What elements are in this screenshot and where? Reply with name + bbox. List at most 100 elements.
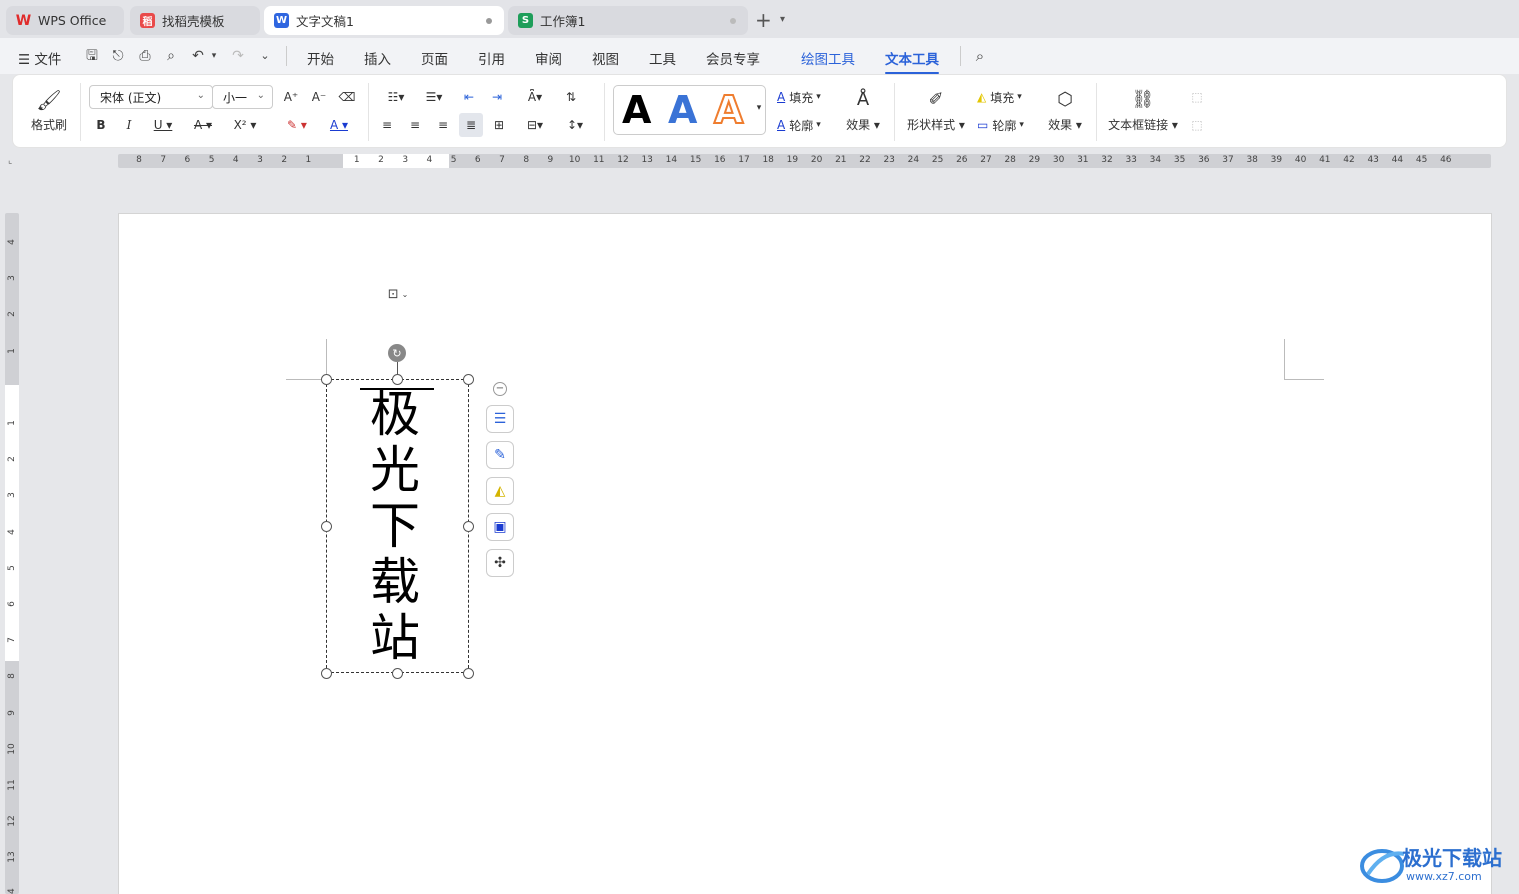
justify-icon[interactable]: ≣	[459, 113, 483, 137]
undo-icon[interactable]: ↶	[190, 48, 206, 64]
outline-quick-button[interactable]: ▣	[486, 513, 514, 541]
highlight-icon[interactable]: ✎ ▾	[281, 115, 313, 135]
wrap-text-icon: ☰	[493, 411, 507, 427]
watermark-logo-icon	[1360, 849, 1405, 883]
numbering-icon[interactable]: ☰▾	[419, 87, 449, 107]
redo-icon[interactable]: ↷	[230, 48, 246, 64]
underline-icon[interactable]: U ▾	[149, 115, 177, 135]
menu-text-tools[interactable]: 文本工具	[885, 48, 939, 74]
menu-view[interactable]: 视图	[592, 48, 619, 68]
vertical-char[interactable]: 极	[370, 386, 420, 442]
tab-docer-templates[interactable]: 稻 找稻壳模板	[130, 6, 260, 35]
increase-indent-icon[interactable]: ⇥	[487, 87, 507, 107]
line-spacing-icon[interactable]: ↕▾	[559, 115, 591, 135]
search-icon[interactable]: ⌕	[972, 48, 988, 64]
tab-workbook-1[interactable]: S 工作簿1	[508, 6, 748, 35]
tab-wps-office[interactable]: W WPS Office	[6, 6, 124, 35]
chevron-down-icon[interactable]: ▾	[206, 48, 222, 64]
save-icon[interactable]: 🖫	[84, 48, 100, 64]
layout-options-button[interactable]: ⊡ ⌄	[380, 284, 416, 304]
menu-home[interactable]: 开始	[307, 48, 334, 68]
break-link-icon[interactable]: ⬚	[1187, 115, 1207, 135]
align-center-icon[interactable]: ≡	[405, 115, 425, 135]
bold-icon[interactable]: B	[91, 115, 111, 135]
resize-handle-top-right[interactable]	[463, 374, 474, 385]
resize-handle-right[interactable]	[463, 521, 474, 532]
fill-quick-button[interactable]: ◭	[486, 477, 514, 505]
menu-review[interactable]: 审阅	[535, 48, 562, 68]
shape-fill-button[interactable]: ◭ 填充 ▾	[977, 87, 1022, 107]
new-tab-plus-icon[interactable]: +	[755, 8, 772, 32]
shape-style-text: 形状样式	[907, 118, 956, 132]
gallery-more-icon[interactable]: ▾	[753, 101, 765, 115]
decrease-indent-icon[interactable]: ⇤	[459, 87, 479, 107]
more-tools-button[interactable]: ✣	[486, 549, 514, 577]
menu-page[interactable]: 页面	[421, 48, 448, 68]
italic-icon[interactable]: I	[119, 115, 139, 135]
text-direction-icon[interactable]: A͆▾	[519, 87, 551, 107]
increase-font-icon[interactable]: A⁺	[281, 87, 301, 107]
text-outline-button[interactable]: A 轮廓 ▾	[777, 115, 821, 135]
font-size-select[interactable]: 小一 ⌄	[212, 85, 273, 109]
chevron-down-icon[interactable]: ▾	[780, 14, 785, 25]
font-name-select[interactable]: 宋体 (正文) ⌄	[89, 85, 213, 109]
horizontal-ruler[interactable]: 8 7 6 5 4 3 2 1 1 2 3 4 5 6 7 8 9 10 11 12 13 14 15 16 17 18 19 20 2…	[118, 154, 1491, 168]
vertical-ruler[interactable]: 4 3 2 1 1 2 3 4 5 6 7 8 9 10 11 12 13 14	[5, 213, 19, 894]
superscript-icon[interactable]: X² ▾	[229, 115, 261, 135]
shape-style-button[interactable]: ✐ 形状样式 ▾	[905, 85, 967, 137]
docer-icon: 稻	[140, 13, 155, 28]
export-icon[interactable]: ⎋	[110, 48, 126, 64]
unsaved-dot-icon	[486, 18, 492, 24]
collapse-toolbar-icon[interactable]: −	[493, 382, 507, 396]
menu-member[interactable]: 会员专享	[706, 48, 760, 68]
menu-references[interactable]: 引用	[478, 48, 505, 68]
paragraph-spacing-icon[interactable]: ⊟▾	[519, 115, 551, 135]
text-effect-button[interactable]: Å 效果 ▾	[843, 85, 883, 137]
tab-document-1[interactable]: W 文字文稿1	[264, 6, 504, 35]
resize-handle-bottom[interactable]	[392, 668, 403, 679]
bullets-icon[interactable]: ☷▾	[381, 87, 411, 107]
print-preview-icon[interactable]: ⌕	[163, 48, 179, 64]
resize-handle-top-left[interactable]	[321, 374, 332, 385]
menu-insert[interactable]: 插入	[364, 48, 391, 68]
ruler-corner-icon[interactable]: ⌞	[8, 156, 12, 166]
menu-drawing-tools[interactable]: 绘图工具	[801, 48, 855, 68]
textbox-link-button[interactable]: ⛓ 文本框链接 ▾	[1107, 85, 1179, 137]
wrap-text-button[interactable]: ☰	[486, 405, 514, 433]
resize-handle-bottom-right[interactable]	[463, 668, 474, 679]
more-chevron-icon[interactable]: ⌄	[257, 48, 273, 64]
text-style-gallery[interactable]: A A A	[613, 85, 766, 135]
strikethrough-icon[interactable]: A ▾	[189, 115, 217, 135]
text-fill-button[interactable]: A 填充 ▾	[777, 87, 821, 107]
align-left-icon[interactable]: ≡	[377, 115, 397, 135]
shape-outline-button[interactable]: ▭ 轮廓 ▾	[977, 115, 1024, 135]
text-outline-label: 轮廓	[789, 118, 814, 133]
vertical-char[interactable]: 站	[370, 610, 420, 666]
document-page[interactable]	[118, 213, 1492, 894]
sort-icon[interactable]: ⇅	[561, 87, 581, 107]
align-right-icon[interactable]: ≡	[433, 115, 453, 135]
decrease-font-icon[interactable]: A⁻	[309, 87, 329, 107]
vertical-char[interactable]: 下	[370, 498, 420, 554]
resize-handle-left[interactable]	[321, 521, 332, 532]
create-link-icon[interactable]: ⬚	[1187, 87, 1207, 107]
resize-handle-bottom-left[interactable]	[321, 668, 332, 679]
print-icon[interactable]: ⎙	[137, 48, 153, 64]
text-style-orange-outline[interactable]: A	[713, 87, 744, 133]
ruler-tick-label: 46	[1440, 155, 1452, 165]
shape-style-quick-button[interactable]: ✎	[486, 441, 514, 469]
clear-format-icon[interactable]: ⌫	[337, 87, 357, 107]
resize-handle-top[interactable]	[392, 374, 403, 385]
file-menu[interactable]: ☰ 文件	[18, 48, 61, 68]
format-painter-button[interactable]: 🖌 格式刷	[29, 85, 69, 135]
rotate-handle-icon[interactable]: ↻	[388, 344, 406, 362]
text-style-blue[interactable]: A	[668, 88, 697, 132]
shape-effect-button[interactable]: ⬡ 效果 ▾	[1045, 85, 1085, 137]
font-color-icon[interactable]: A ▾	[323, 115, 355, 135]
vertical-char[interactable]: 载	[370, 554, 420, 610]
vertical-char[interactable]: 光	[370, 442, 420, 498]
shape-style-label: 形状样式 ▾	[907, 118, 965, 132]
menu-tools[interactable]: 工具	[649, 48, 676, 68]
distribute-icon[interactable]: ⊞	[489, 115, 509, 135]
text-style-black[interactable]: A	[622, 88, 651, 132]
